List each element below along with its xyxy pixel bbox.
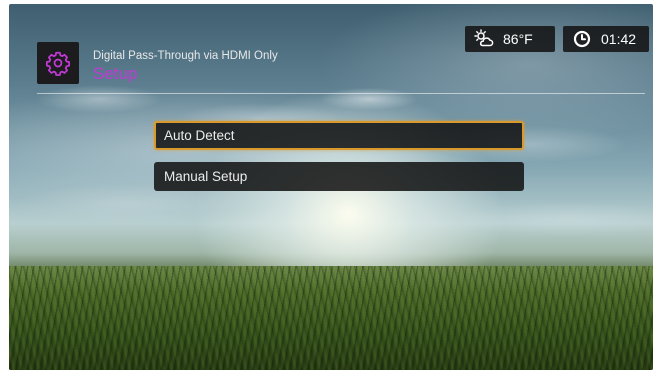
clock-status: 01:42 <box>563 26 649 52</box>
menu-item-auto-detect[interactable]: Auto Detect <box>154 121 524 150</box>
tv-screen: Digital Pass-Through via HDMI Only Setup… <box>9 4 653 370</box>
temperature-text: 86°F <box>503 31 533 47</box>
menu-item-label: Manual Setup <box>164 169 248 184</box>
menu-item-manual-setup[interactable]: Manual Setup <box>154 162 524 191</box>
menu-item-label: Auto Detect <box>164 128 235 143</box>
weather-status: 86°F <box>465 26 555 52</box>
header-divider <box>37 93 645 94</box>
setup-menu: Auto Detect Manual Setup <box>154 121 528 203</box>
page-subtitle: Digital Pass-Through via HDMI Only <box>93 50 278 62</box>
grass-field <box>9 266 653 370</box>
gear-icon <box>45 51 71 76</box>
clock-icon <box>571 28 593 50</box>
setup-gear-icon-tile <box>37 42 79 84</box>
partly-cloudy-icon <box>473 28 495 50</box>
page-title: Setup <box>93 64 138 83</box>
time-text: 01:42 <box>601 31 637 47</box>
